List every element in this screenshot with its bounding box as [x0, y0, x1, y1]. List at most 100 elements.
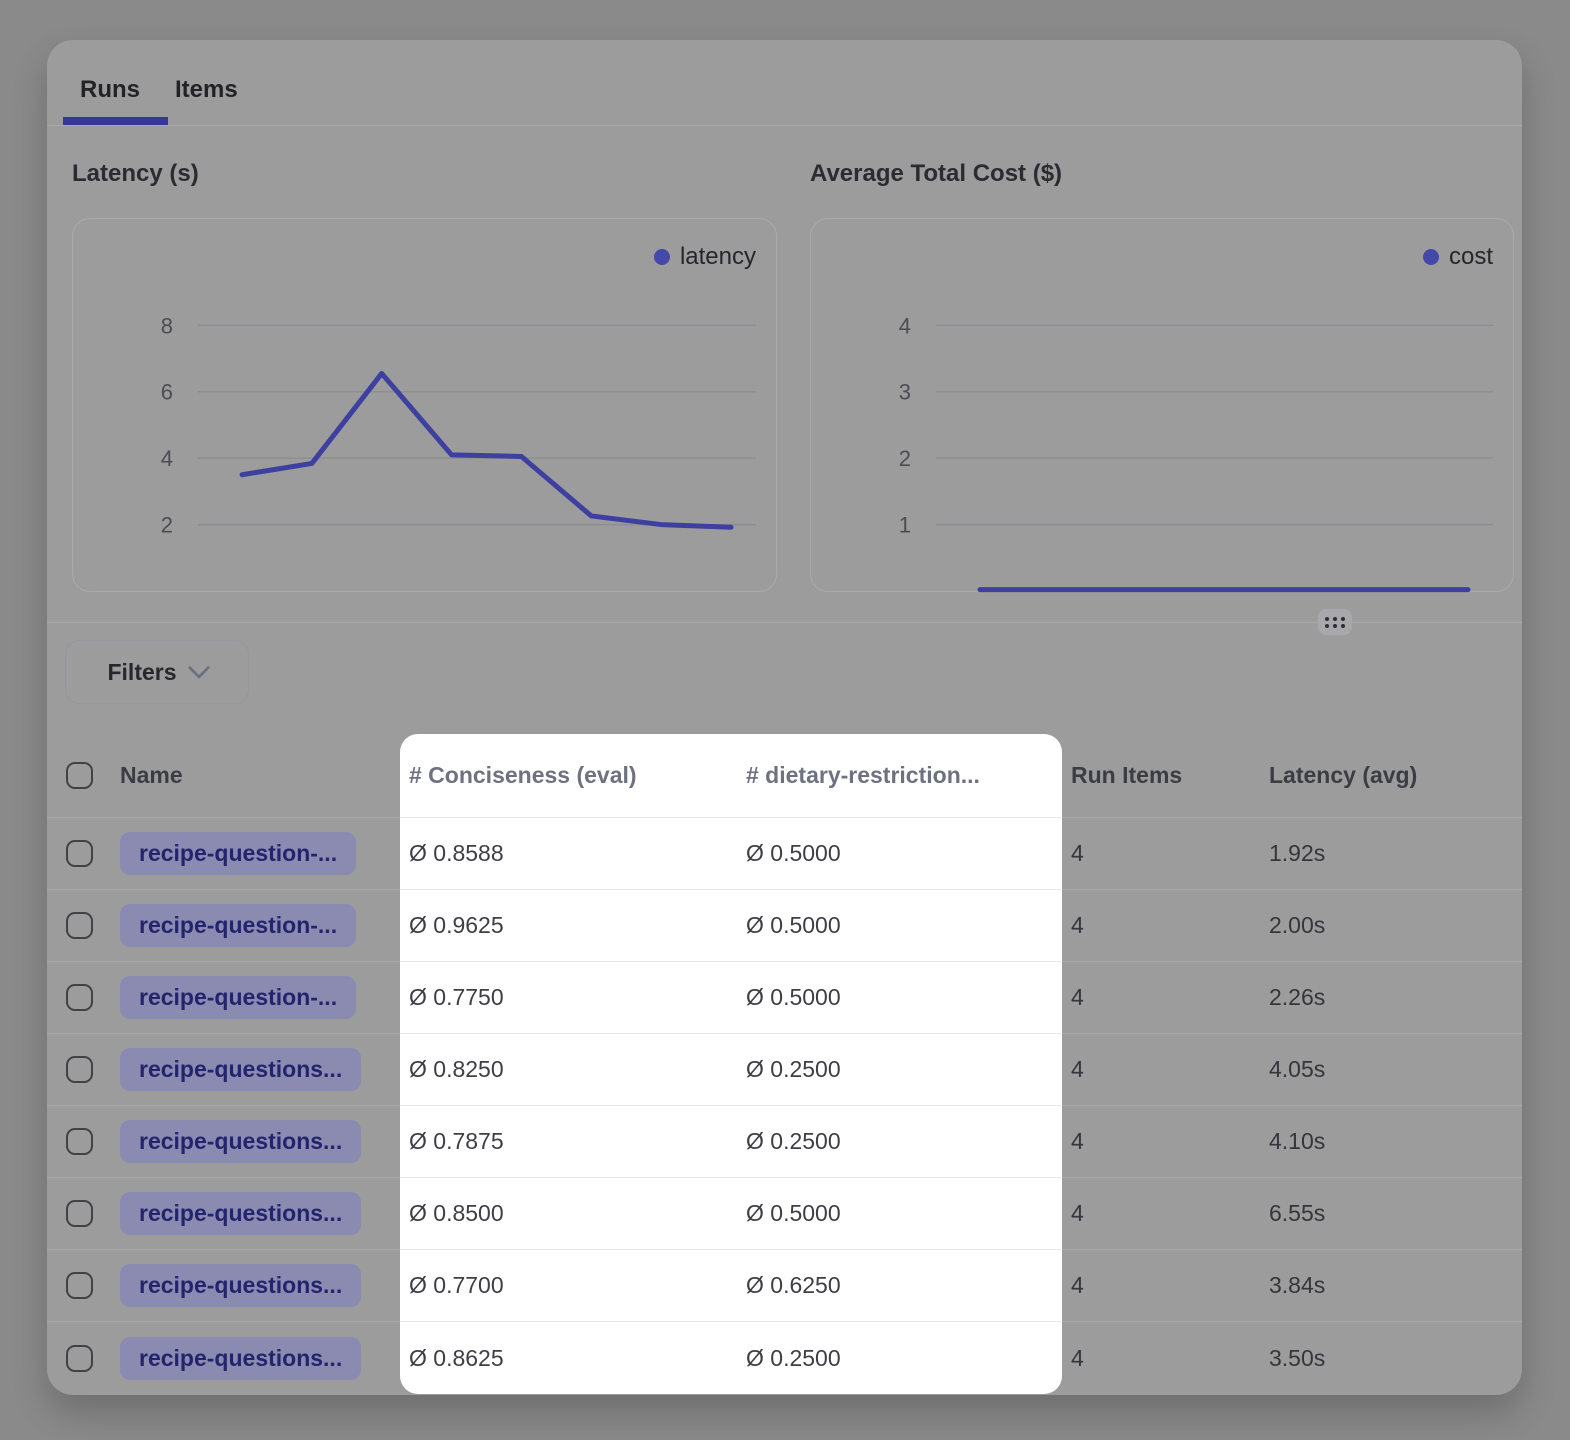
column-header-name[interactable]: Name: [120, 734, 400, 818]
row-checkbox[interactable]: [66, 1272, 93, 1299]
filters-button[interactable]: Filters: [65, 640, 249, 704]
conciseness-cell: Ø 0.8588: [400, 818, 737, 890]
run-name-pill[interactable]: recipe-questions...: [120, 1337, 361, 1380]
legend-dot-icon: [1423, 249, 1439, 265]
conciseness-value: Ø 0.7750: [409, 984, 504, 1011]
conciseness-value: Ø 0.8500: [409, 1200, 504, 1227]
latency-avg-cell: 3.50s: [1267, 1322, 1522, 1394]
cost-legend: cost: [1423, 243, 1493, 271]
row-checkbox[interactable]: [66, 1345, 93, 1372]
dietary-restriction-value: Ø 0.2500: [746, 1128, 841, 1155]
dietary-restriction-value: Ø 0.5000: [746, 912, 841, 939]
run-name-pill[interactable]: recipe-questions...: [120, 1192, 361, 1235]
latency-avg-cell: 2.00s: [1267, 890, 1522, 962]
run-name-pill[interactable]: recipe-questions...: [120, 1120, 361, 1163]
run-name-pill[interactable]: recipe-questions...: [120, 1048, 361, 1091]
dietary-restriction-value: Ø 0.6250: [746, 1272, 841, 1299]
svg-text:8: 8: [161, 313, 173, 338]
run-items-cell: 4: [1062, 1034, 1267, 1106]
row-select-cell: [47, 1250, 120, 1322]
run-items-value: 4: [1071, 1056, 1084, 1083]
latency-avg-value: 4.05s: [1269, 1056, 1325, 1083]
select-all-cell: [47, 734, 120, 818]
dietary-restriction-value: Ø 0.5000: [746, 984, 841, 1011]
latency-avg-cell: 4.10s: [1267, 1106, 1522, 1178]
conciseness-value: Ø 0.8250: [409, 1056, 504, 1083]
row-checkbox[interactable]: [66, 912, 93, 939]
latency-chart-title: Latency (s): [72, 160, 199, 188]
table-row: recipe-question-... Ø 0.7750 Ø 0.5000 4 …: [47, 962, 1522, 1034]
svg-text:6: 6: [161, 380, 173, 405]
row-checkbox[interactable]: [66, 1128, 93, 1155]
row-select-cell: [47, 1106, 120, 1178]
dietary-restriction-cell: Ø 0.5000: [737, 1178, 1062, 1250]
grip-dots-icon: [1325, 617, 1345, 628]
active-tab-indicator: [63, 117, 168, 125]
row-checkbox[interactable]: [66, 1200, 93, 1227]
latency-avg-value: 4.10s: [1269, 1128, 1325, 1155]
run-name-cell: recipe-questions...: [120, 1250, 400, 1322]
run-name-cell: recipe-questions...: [120, 1106, 400, 1178]
conciseness-value: Ø 0.7875: [409, 1128, 504, 1155]
latency-avg-cell: 1.92s: [1267, 818, 1522, 890]
cost-chart-title: Average Total Cost ($): [810, 160, 1062, 188]
latency-avg-value: 6.55s: [1269, 1200, 1325, 1227]
row-checkbox[interactable]: [66, 984, 93, 1011]
svg-text:3: 3: [899, 380, 911, 405]
tab-runs[interactable]: Runs: [80, 76, 140, 104]
table-row: recipe-questions... Ø 0.7700 Ø 0.6250 4 …: [47, 1250, 1522, 1322]
latency-avg-value: 3.84s: [1269, 1272, 1325, 1299]
run-items-cell: 4: [1062, 1322, 1267, 1394]
tab-bar: Runs Items: [80, 76, 238, 104]
latency-avg-cell: 4.05s: [1267, 1034, 1522, 1106]
conciseness-cell: Ø 0.7700: [400, 1250, 737, 1322]
dietary-restriction-cell: Ø 0.6250: [737, 1250, 1062, 1322]
conciseness-cell: Ø 0.7875: [400, 1106, 737, 1178]
row-checkbox[interactable]: [66, 840, 93, 867]
drag-handle[interactable]: [1318, 609, 1352, 635]
select-all-checkbox[interactable]: [66, 762, 93, 789]
svg-text:2: 2: [161, 513, 173, 538]
run-name-pill[interactable]: recipe-question-...: [120, 976, 356, 1019]
chevron-down-icon: [187, 656, 210, 679]
run-name-pill[interactable]: recipe-questions...: [120, 1264, 361, 1307]
latency-line-chart: 2 4 6 8: [73, 219, 776, 591]
runs-table: Name # Conciseness (eval) # dietary-rest…: [47, 734, 1522, 1394]
column-header-latency-avg[interactable]: Latency (avg): [1267, 734, 1522, 818]
svg-text:4: 4: [161, 446, 173, 471]
svg-text:4: 4: [899, 313, 911, 338]
run-name-pill[interactable]: recipe-question-...: [120, 904, 356, 947]
row-checkbox[interactable]: [66, 1056, 93, 1083]
run-items-value: 4: [1071, 1272, 1084, 1299]
column-header-dietary-restriction[interactable]: # dietary-restriction...: [737, 734, 1062, 818]
dietary-restriction-cell: Ø 0.2500: [737, 1322, 1062, 1394]
table-row: recipe-question-... Ø 0.8588 Ø 0.5000 4 …: [47, 818, 1522, 890]
column-header-run-items[interactable]: Run Items: [1062, 734, 1267, 818]
tab-items[interactable]: Items: [175, 76, 238, 104]
row-select-cell: [47, 1178, 120, 1250]
table-body: recipe-question-... Ø 0.8588 Ø 0.5000 4 …: [47, 818, 1522, 1394]
column-header-conciseness[interactable]: # Conciseness (eval): [400, 734, 737, 818]
dietary-restriction-cell: Ø 0.2500: [737, 1034, 1062, 1106]
run-name-cell: recipe-question-...: [120, 818, 400, 890]
tabs-divider: [47, 125, 1522, 126]
table-row: recipe-questions... Ø 0.8250 Ø 0.2500 4 …: [47, 1034, 1522, 1106]
dietary-restriction-cell: Ø 0.5000: [737, 890, 1062, 962]
run-items-value: 4: [1071, 1200, 1084, 1227]
dietary-restriction-value: Ø 0.5000: [746, 1200, 841, 1227]
dietary-restriction-value: Ø 0.2500: [746, 1056, 841, 1083]
latency-avg-value: 1.92s: [1269, 840, 1325, 867]
row-select-cell: [47, 962, 120, 1034]
run-name-pill[interactable]: recipe-question-...: [120, 832, 356, 875]
run-items-value: 4: [1071, 840, 1084, 867]
latency-avg-value: 2.26s: [1269, 984, 1325, 1011]
latency-legend: latency: [654, 243, 756, 271]
latency-avg-cell: 2.26s: [1267, 962, 1522, 1034]
conciseness-value: Ø 0.8588: [409, 840, 504, 867]
cost-line-chart: 1234: [811, 219, 1513, 591]
conciseness-value: Ø 0.8625: [409, 1345, 504, 1372]
runs-panel: Runs Items Latency (s) Average Total Cos…: [47, 40, 1522, 1395]
filters-label: Filters: [107, 659, 176, 686]
conciseness-value: Ø 0.7700: [409, 1272, 504, 1299]
cost-chart: 1234 cost: [810, 218, 1514, 592]
